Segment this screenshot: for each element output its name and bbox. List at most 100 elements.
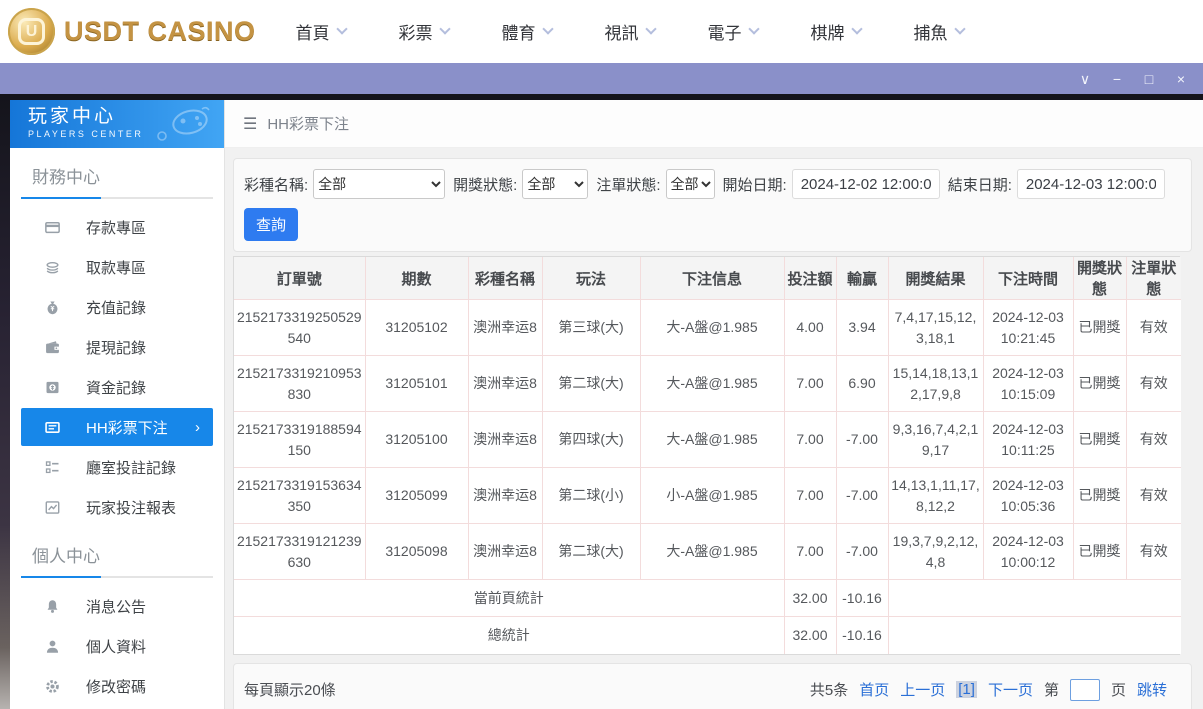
sidebar-item-HH彩票下注[interactable]: HH彩票下注 › <box>21 408 213 446</box>
logo-text: USDT CASINO <box>64 16 256 46</box>
nav-item-label: 視訊 <box>604 24 639 43</box>
page-backdrop: 玩家中心 PLAYERS CENTER 財務中心 存款專區 取款專區 充值記錄 … <box>0 94 1203 709</box>
sidebar-item-label: 廳室投註記錄 <box>86 459 177 477</box>
hamburger-icon[interactable]: ☰ <box>243 114 257 134</box>
collapse-window-icon[interactable]: ∨ <box>1073 67 1097 91</box>
nav-item-label: 捕魚 <box>913 24 948 43</box>
summary-bet-total: 32.00 <box>783 579 837 617</box>
nav-item-label: 體育 <box>501 24 536 43</box>
nav-menu-item[interactable]: 彩票 <box>398 19 451 44</box>
nav-item-label: 彩票 <box>398 24 433 43</box>
bell-icon <box>45 599 61 614</box>
nav-menu-item[interactable]: 棋牌 <box>811 19 863 44</box>
sidebar-item-廳室投註記錄[interactable]: 廳室投註記錄 <box>10 447 224 487</box>
table-cell: 小-A盤@1.985 <box>639 467 785 524</box>
breadcrumb: ☰ HH彩票下注 <box>225 100 1203 148</box>
sidebar-item-取款專區[interactable]: 取款專區 <box>10 247 224 287</box>
jump-button[interactable]: 跳转 <box>1137 679 1167 700</box>
table-cell: 第三球(大) <box>541 299 641 356</box>
table-cell: 31205099 <box>364 467 469 524</box>
summary-label: 總統計 <box>233 616 785 654</box>
filter-panel: 彩種名稱: 全部 開獎狀態: 全部 注單狀態: 全部 開始日期: 2024-12… <box>233 158 1192 252</box>
table-cell: 2152173319153634350 <box>233 467 366 524</box>
table-cell: 2024-12-03 10:05:36 <box>982 467 1074 524</box>
table-cell: 澳洲幸运8 <box>467 355 543 412</box>
table-cell: 4.00 <box>783 299 837 356</box>
table-cell: 2152173319188594150 <box>233 411 366 468</box>
jump-suffix-label: 页 <box>1110 682 1126 699</box>
section-underline <box>21 576 213 578</box>
table-row: 2152173319250529540 31205102 澳洲幸运8 第三球(大) 大-… <box>233 299 1182 356</box>
pagination-bar: 每頁顯示20條 共5条 首页 上一页 [1] 下一页 第 页 跳转 <box>233 662 1192 709</box>
column-header: 期數 <box>364 256 469 300</box>
table-row: 2152173319188594150 31205100 澳洲幸运8 第四球(大) 大-… <box>233 411 1182 468</box>
end-date-input[interactable] <box>1016 169 1165 199</box>
sidebar-item-資金記錄[interactable]: 資金記錄 <box>10 367 224 407</box>
column-header: 下注時間 <box>982 256 1074 300</box>
table-cell: 3.94 <box>835 299 889 356</box>
logo-coin-letter: U <box>18 18 45 45</box>
chevron-down-icon <box>541 23 554 35</box>
chevron-down-icon <box>335 23 348 35</box>
search-button[interactable]: 查詢 <box>244 208 298 241</box>
summary-bet-total: 32.00 <box>783 616 837 654</box>
sidebar-section-title: 財務中心 <box>32 168 100 187</box>
nav-menu-item[interactable]: 體育 <box>501 19 554 44</box>
next-page-link[interactable]: 下一页 <box>988 679 1033 700</box>
wallet-icon <box>45 340 61 355</box>
table-row: 2152173319153634350 31205099 澳洲幸运8 第二球(小) 小-… <box>233 467 1182 524</box>
sidebar-item-修改密碼[interactable]: 修改密碼 <box>10 666 224 706</box>
page-title: HH彩票下注 <box>267 116 350 133</box>
chevron-down-icon <box>644 23 657 35</box>
table-cell: 大-A盤@1.985 <box>639 355 785 412</box>
sidebar-item-充值記錄[interactable]: 充值記錄 <box>10 287 224 327</box>
table-cell: -7.00 <box>835 523 889 580</box>
table-cell: -7.00 <box>835 467 889 524</box>
minimize-window-icon[interactable]: − <box>1105 67 1129 91</box>
prev-page-link[interactable]: 上一页 <box>900 679 945 700</box>
nav-menu-item[interactable]: 捕魚 <box>913 19 966 44</box>
order-status-select[interactable]: 全部 <box>665 169 715 199</box>
nav-item-label: 電子 <box>707 24 742 43</box>
table-cell: 澳洲幸运8 <box>467 467 543 524</box>
players-center-window: 玩家中心 PLAYERS CENTER 財務中心 存款專區 取款專區 充值記錄 … <box>10 100 1203 709</box>
sidebar-item-個人資料[interactable]: 個人資料 <box>10 626 224 666</box>
start-date-input[interactable] <box>791 169 940 199</box>
lottery-list-icon <box>45 420 61 435</box>
lottery-name-select[interactable]: 全部 <box>313 169 446 199</box>
sidebar-section-title: 個人中心 <box>32 547 100 566</box>
nav-item-label: 首頁 <box>295 24 330 43</box>
table-cell: 大-A盤@1.985 <box>639 411 785 468</box>
draw-status-select[interactable]: 全部 <box>522 169 589 199</box>
maximize-window-icon[interactable]: □ <box>1137 67 1161 91</box>
nav-menu-item[interactable]: 視訊 <box>604 19 657 44</box>
table-cell: 2024-12-03 10:11:25 <box>982 411 1074 468</box>
table-cell: 7,4,17,15,12,3,18,1 <box>887 299 984 356</box>
sidebar-item-label: 資金記錄 <box>86 379 147 397</box>
bets-table: 訂單號 期數 彩種名稱 玩法 下注信息 投注額 輸贏 開獎結果 下注時間 開獎狀態 注單狀態 2152… <box>233 256 1182 655</box>
site-logo[interactable]: U USDT CASINO <box>8 8 256 55</box>
jump-page-input[interactable] <box>1069 678 1100 701</box>
logo-coin-icon: U <box>8 8 55 55</box>
sidebar-item-消息公告[interactable]: 消息公告 <box>10 586 224 626</box>
summary-label: 當前頁統計 <box>233 579 785 617</box>
total-count-text: 共5条 <box>809 682 849 699</box>
table-cell: 7.00 <box>783 467 837 524</box>
sidebar-item-提現記錄[interactable]: 提現記錄 <box>10 327 224 367</box>
nav-menu-item[interactable]: 電子 <box>707 19 760 44</box>
first-page-link[interactable]: 首页 <box>859 679 889 700</box>
sidebar-item-存款專區[interactable]: 存款專區 <box>10 207 224 247</box>
nav-menu-item[interactable]: 首頁 <box>295 19 348 44</box>
withdraw-hand-icon <box>45 260 61 275</box>
current-page-indicator[interactable]: [1] <box>956 681 977 698</box>
table-cell: 2152173319250529540 <box>233 299 366 356</box>
summary-winloss-total: -10.16 <box>835 616 889 654</box>
sidebar-item-玩家投注報表[interactable]: 玩家投注報表 <box>10 487 224 527</box>
main-panel: ☰ HH彩票下注 彩種名稱: 全部 開獎狀態: 全部 注單狀態: 全部 開始日期… <box>225 100 1203 709</box>
funds-coin-icon <box>45 380 61 395</box>
sidebar-item-label: 消息公告 <box>86 598 147 616</box>
close-window-icon[interactable]: × <box>1169 67 1193 91</box>
table-cell: 31205100 <box>364 411 469 468</box>
report-chart-icon <box>45 500 61 515</box>
site-navbar: U USDT CASINO 首頁 彩票 體育 視訊 電子 棋牌 捕魚 <box>0 0 1203 63</box>
